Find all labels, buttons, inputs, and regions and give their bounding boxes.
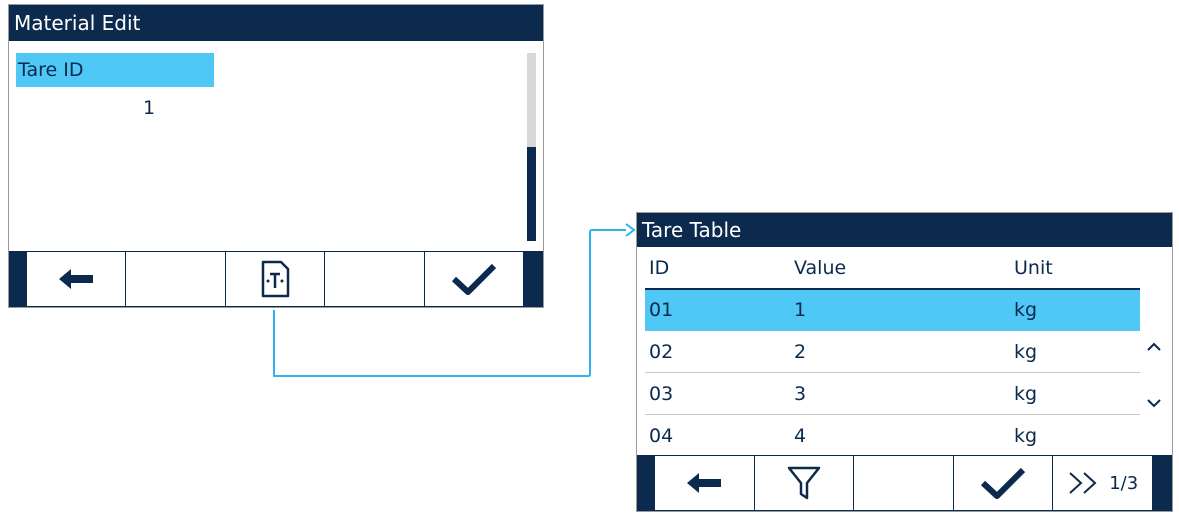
cell-value: 2 [794,341,807,363]
softkey-bar: 1/3 [637,455,1172,511]
table-row[interactable]: 03 3 kg [645,374,1140,415]
scrollbar[interactable] [527,53,536,241]
back-button[interactable] [27,252,127,306]
tare-table-button[interactable] [225,252,326,306]
back-arrow-icon [59,269,94,289]
cell-unit: kg [1014,299,1038,321]
cell-unit: kg [1014,383,1038,405]
table-row[interactable]: 02 2 kg [645,332,1140,373]
tare-table-title: Tare Table [637,213,1172,247]
filter-button[interactable] [754,456,855,510]
back-button[interactable] [655,456,755,510]
scroll-up-button[interactable] [1144,337,1164,357]
chevron-down-icon [1147,399,1161,408]
column-header-value: Value [794,257,847,279]
confirm-button[interactable] [424,252,524,306]
tare-table-icon [261,260,290,298]
checkmark-icon [451,263,496,295]
softkey-empty-1[interactable] [126,252,226,306]
cell-value: 3 [794,383,807,405]
page-indicator: 1/3 [1109,472,1139,494]
checkmark-icon [981,467,1026,499]
tare-id-value[interactable]: 1 [129,93,169,123]
softkey-bar [9,251,543,307]
cell-value: 1 [794,299,807,321]
scrollbar-thumb[interactable] [527,147,536,241]
filter-icon [787,466,821,500]
softkey-empty-2[interactable] [325,252,425,306]
table-header: ID Value Unit [637,249,1172,287]
tare-id-label[interactable]: Tare ID [16,53,214,87]
cell-id: 02 [649,341,674,363]
next-page-button[interactable]: 1/3 [1053,456,1152,510]
cell-value: 4 [794,425,807,447]
column-header-unit: Unit [1014,257,1053,279]
column-header-id: ID [649,257,670,279]
next-page-icon [1069,472,1097,494]
cell-unit: kg [1014,341,1038,363]
chevron-up-icon [1147,342,1161,351]
scroll-down-button[interactable] [1144,393,1164,413]
cell-unit: kg [1014,425,1038,447]
table-row[interactable]: 01 1 kg [645,288,1140,331]
cell-id: 03 [649,383,674,405]
softkey-empty[interactable] [854,456,954,510]
table-row[interactable]: 04 4 kg [645,416,1140,457]
confirm-button[interactable] [953,456,1054,510]
cell-id: 04 [649,425,674,447]
material-edit-title: Material Edit [9,5,543,41]
back-arrow-icon [687,473,722,493]
tare-table-screen: Tare Table ID Value Unit 01 1 kg 02 2 kg… [636,212,1173,512]
cell-id: 01 [649,299,674,321]
material-edit-screen: Material Edit Tare ID 1 [8,4,544,308]
